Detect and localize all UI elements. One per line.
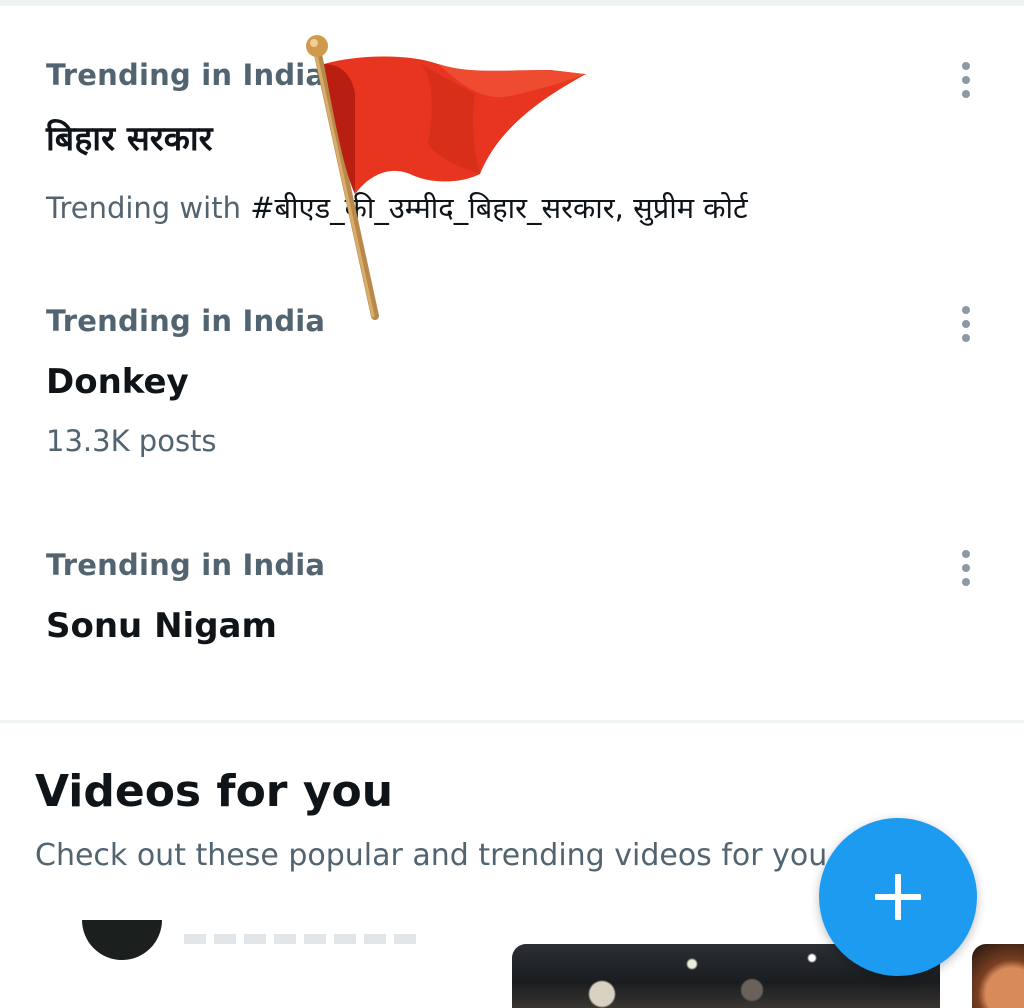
- video-thumbnail[interactable]: [972, 944, 1024, 1008]
- trend-meta-prefix: Trending with: [46, 191, 251, 225]
- trend-title: Donkey: [46, 362, 189, 402]
- trend-title: Sonu Nigam: [46, 606, 277, 646]
- videos-section-title: Videos for you: [35, 766, 394, 817]
- more-vertical-icon: [962, 306, 970, 314]
- more-options-button[interactable]: [946, 300, 986, 348]
- more-vertical-icon-dot: [962, 564, 970, 572]
- video-author-placeholder: [184, 934, 424, 944]
- more-vertical-icon: [962, 62, 970, 70]
- trend-context: Trending in India: [46, 58, 326, 92]
- flag-icon: [306, 35, 586, 320]
- more-vertical-icon-dot: [962, 334, 970, 342]
- trend-item[interactable]: Trending in India Sonu Nigam: [0, 500, 1024, 720]
- videos-section-subtitle: Check out these popular and trending vid…: [35, 838, 828, 873]
- more-vertical-icon-dot: [962, 320, 970, 328]
- trend-meta: 13.3K posts: [46, 424, 217, 458]
- section-divider: [0, 720, 1024, 723]
- avatar[interactable]: [82, 920, 162, 960]
- trend-context: Trending in India: [46, 304, 326, 338]
- more-options-button[interactable]: [946, 56, 986, 104]
- trend-title: बिहार सरकार: [46, 119, 213, 159]
- more-vertical-icon-dot: [962, 90, 970, 98]
- more-vertical-icon-dot: [962, 76, 970, 84]
- compose-button[interactable]: [819, 818, 977, 976]
- more-vertical-icon-dot: [962, 578, 970, 586]
- more-vertical-icon: [962, 550, 970, 558]
- explore-page: Trending in India बिहार सरकार Trending w…: [0, 0, 1024, 1008]
- more-options-button[interactable]: [946, 544, 986, 592]
- plus-icon: [875, 874, 921, 920]
- trend-context: Trending in India: [46, 548, 326, 582]
